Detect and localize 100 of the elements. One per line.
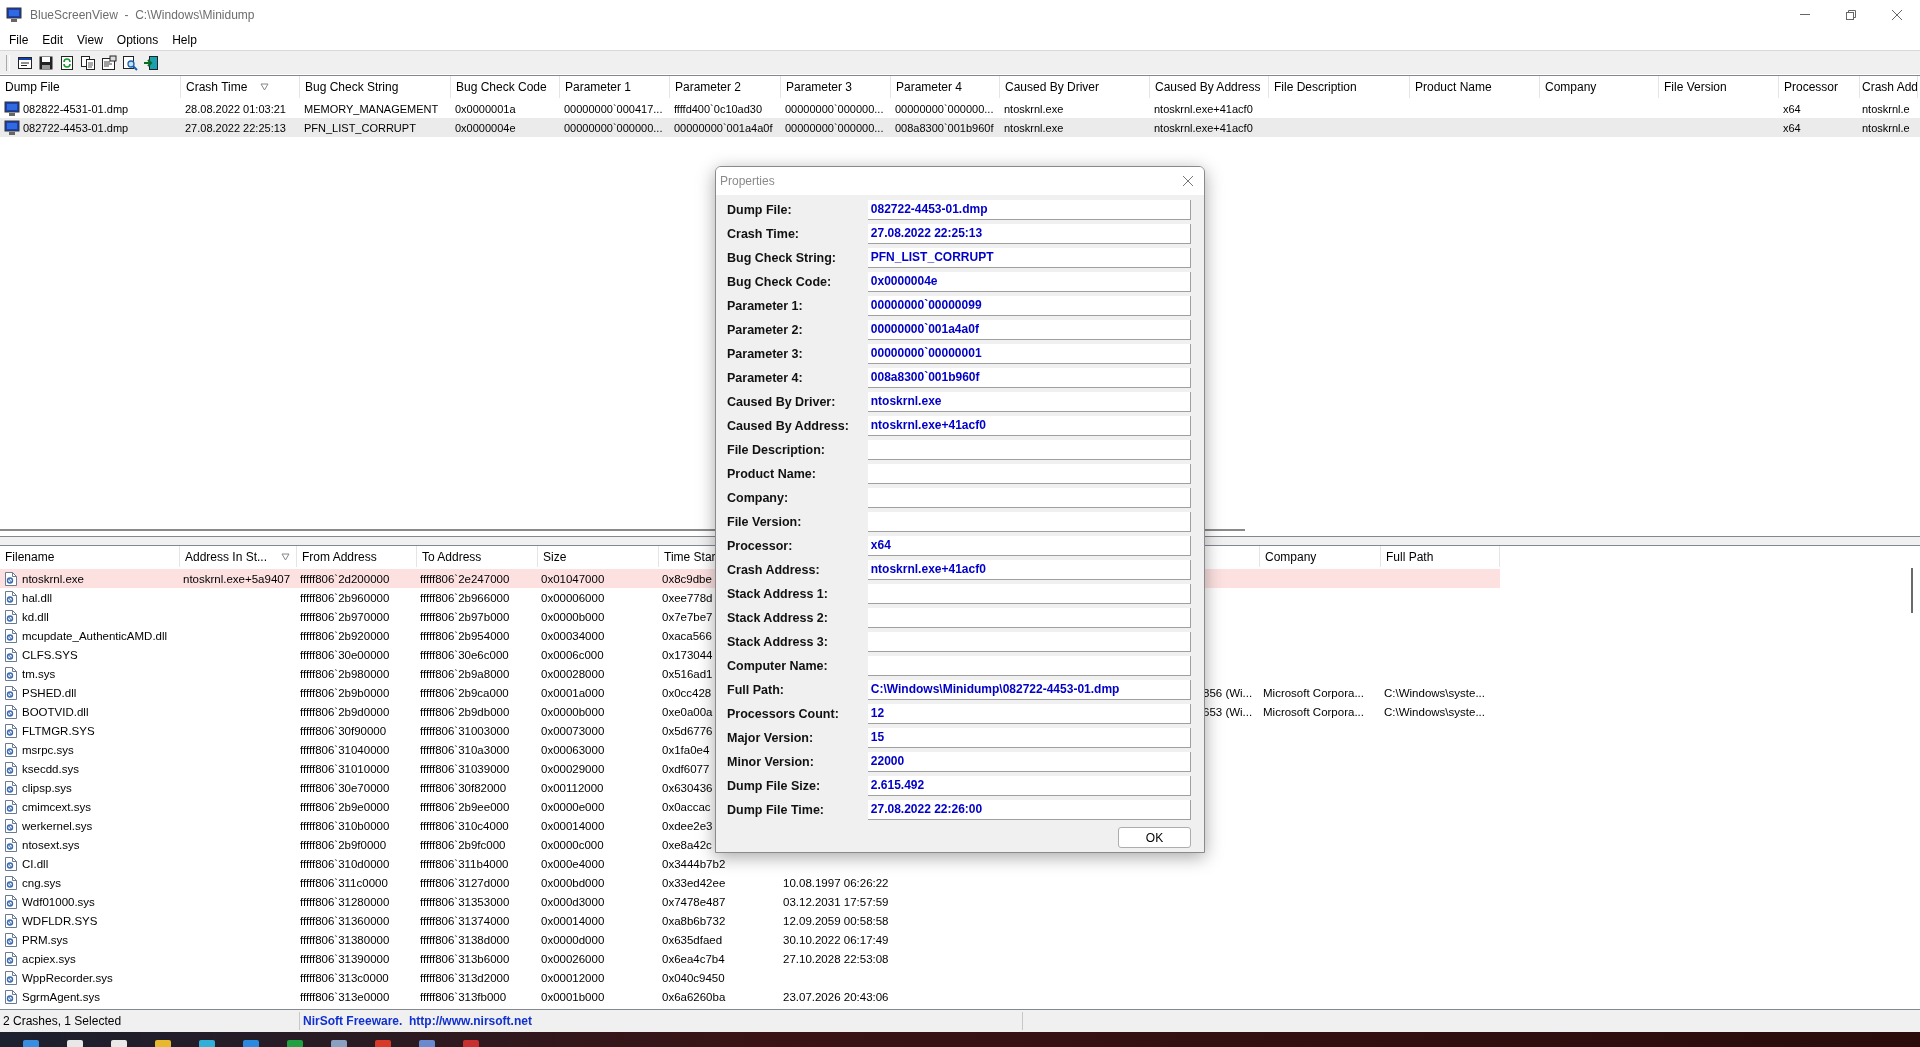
table-cell: fffff806`311b4000 <box>420 857 509 870</box>
table-cell: 0x00034000 <box>541 629 605 642</box>
table-cell: MEMORY_MANAGEMENT <box>304 102 439 115</box>
table-cell: 008a8300`001b960f <box>895 121 994 134</box>
table-cell: fffff806`30e6c000 <box>420 648 509 661</box>
table-cell: fffff806`310c4000 <box>420 819 509 832</box>
table-cell: fffff806`2b9d0000 <box>300 705 390 718</box>
table-cell: 0x0001b000 <box>541 990 605 1003</box>
table-cell: 0xaca566 <box>662 629 712 642</box>
table-cell: fffff806`2b9a8000 <box>420 667 510 680</box>
table-cell: 0x00014000 <box>541 914 605 927</box>
field-label: Computer Name: <box>727 658 829 675</box>
table-cell: fffff806`31010000 <box>300 762 390 775</box>
table-cell: 0xdee2e3 <box>662 819 713 832</box>
table-cell: fffff806`2b9e0000 <box>300 800 390 813</box>
table-cell: 0x01047000 <box>541 572 605 585</box>
table-cell: 0xee778d <box>662 591 713 604</box>
table-cell: 0x00012000 <box>541 971 605 984</box>
table-cell: 0x0000001a <box>455 102 516 115</box>
table-cell: Microsoft Corpora... <box>1263 686 1364 699</box>
table-cell: C:\Windows\syste... <box>1384 686 1485 699</box>
table-cell: 28.08.2022 01:03:21 <box>185 102 286 115</box>
table-cell: 03.12.2031 17:57:59 <box>783 895 889 908</box>
table-cell: fffff806`30e70000 <box>300 781 390 794</box>
table-cell: 00000000`000000... <box>785 102 884 115</box>
table-cell: fffff806`30f82000 <box>420 781 507 794</box>
field-label: Stack Address 2: <box>727 610 829 627</box>
table-cell: fffff806`311c0000 <box>300 876 388 889</box>
table-cell: 0x0000b000 <box>541 705 605 718</box>
table-cell: ntoskrnl.exe+41acf0 <box>1154 121 1253 134</box>
field-label: Caused By Address: <box>727 418 850 435</box>
table-cell: 0x8c9dbe <box>662 572 712 585</box>
table-cell: fffff806`2b97b000 <box>420 610 510 623</box>
table-cell: fffff806`31353000 <box>420 895 510 908</box>
table-cell: 0x0cc428 <box>662 686 712 699</box>
table-cell: 23.07.2026 20:43:06 <box>783 990 889 1003</box>
table-cell: x64 <box>1783 102 1801 115</box>
table-cell: 082822-4531-01.dmp <box>23 102 129 115</box>
table-cell: 0x0000d000 <box>541 933 605 946</box>
table-cell: fffff806`2b954000 <box>420 629 510 642</box>
table-cell: 0x0000c000 <box>541 838 604 851</box>
field-label: Bug Check Code: <box>727 274 833 291</box>
table-cell: 0x00073000 <box>541 724 605 737</box>
field-label: Full Path: <box>727 682 785 699</box>
field-label: Stack Address 3: <box>727 634 829 651</box>
table-cell: C:\Windows\syste... <box>1384 705 1485 718</box>
table-cell: 0x7e7be7 <box>662 610 713 623</box>
table-cell: fffff806`313d2000 <box>420 971 510 984</box>
window-title: BlueScreenView - C:\Windows\Minidump <box>30 8 255 22</box>
table-cell: 00000000`000000... <box>564 121 663 134</box>
table-cell: 0x0000004e <box>455 121 516 134</box>
table-cell: fffff806`2b9ca000 <box>420 686 509 699</box>
table-cell: 0xe0a00a <box>662 705 713 718</box>
table-cell: fffff806`2b970000 <box>300 610 390 623</box>
table-cell: ntoskrnl.exe <box>1004 121 1064 134</box>
table-cell: 0xdf6077 <box>662 762 710 775</box>
field-label: Bug Check String: <box>727 250 838 267</box>
table-cell: fffff806`2b960000 <box>300 591 390 604</box>
table-cell: fffff806`313fb000 <box>420 990 507 1003</box>
field-label: Caused By Driver: <box>727 394 837 411</box>
field-label: Product Name: <box>727 466 817 483</box>
table-cell: fffff806`31039000 <box>420 762 510 775</box>
table-cell: 00000000`000417... <box>564 102 663 115</box>
table-cell: fffff806`31003000 <box>420 724 510 737</box>
table-cell: fffff806`310b0000 <box>300 819 390 832</box>
table-cell: 30.10.2022 06:17:49 <box>783 933 889 946</box>
field-label: Stack Address 1: <box>727 586 829 603</box>
table-cell: fffff806`31360000 <box>300 914 390 927</box>
table-cell: fffff806`2b9fc000 <box>420 838 506 851</box>
table-cell: fffff806`31280000 <box>300 895 390 908</box>
table-cell: fffff806`2b980000 <box>300 667 390 680</box>
table-cell: 0x040c9450 <box>662 971 725 984</box>
field-label: Company: <box>727 490 790 507</box>
table-cell: 27.08.2022 22:25:13 <box>185 121 286 134</box>
table-cell: 0x000d3000 <box>541 895 605 908</box>
field-label: File Version: <box>727 514 803 531</box>
table-cell: 0x0001a000 <box>541 686 605 699</box>
table-cell: fffff806`2b920000 <box>300 629 390 642</box>
table-cell: 0x173044 <box>662 648 713 661</box>
table-cell: 0x00063000 <box>541 743 605 756</box>
table-cell: 0x00014000 <box>541 819 605 832</box>
table-cell: fffff806`3138d000 <box>420 933 510 946</box>
table-cell: ntoskrnl.e <box>1862 121 1910 134</box>
table-cell: PFN_LIST_CORRUPT <box>304 121 416 134</box>
table-cell: 00000000`001a4a0f <box>674 121 773 134</box>
table-cell: 0x00029000 <box>541 762 605 775</box>
table-cell: 0x7478e487 <box>662 895 726 908</box>
table-cell: 0x6ea4c7b4 <box>662 952 725 965</box>
field-label: File Description: <box>727 442 826 459</box>
table-cell: 0xe8a42c <box>662 838 712 851</box>
field-label: Dump File: <box>727 202 793 219</box>
field-label: Parameter 2: <box>727 322 804 339</box>
table-cell: ntoskrnl.exe+41acf0 <box>1154 102 1253 115</box>
table-cell: fffff806`3127d000 <box>420 876 510 889</box>
field-label: Processors Count: <box>727 706 840 723</box>
dialog-title: Properties <box>720 174 776 188</box>
table-cell: fffff806`2d200000 <box>300 572 390 585</box>
table-cell: 00000000`000000... <box>785 121 884 134</box>
table-cell: 0x0006c000 <box>541 648 604 661</box>
table-cell: fffff806`31040000 <box>300 743 390 756</box>
